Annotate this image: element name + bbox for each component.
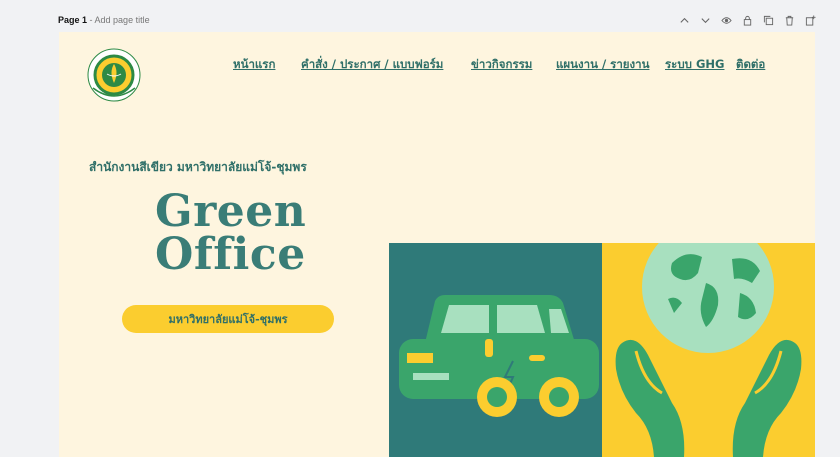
nav-ghg-system[interactable]: ระบบ GHG [665, 56, 724, 74]
university-pill-button[interactable]: มหาวิทยาลัยแม่โจ้-ชุมพร [122, 305, 334, 333]
duplicate-icon[interactable] [762, 14, 774, 26]
page-title-placeholder[interactable]: - Add page title [87, 15, 150, 25]
chevron-up-icon[interactable] [678, 14, 690, 26]
university-logo [87, 48, 141, 102]
add-page-icon[interactable] [804, 14, 816, 26]
trash-icon[interactable] [783, 14, 795, 26]
electric-car-illustration [399, 295, 599, 417]
chevron-down-icon[interactable] [699, 14, 711, 26]
earth-in-hands-illustration [615, 243, 802, 457]
page-number: Page 1 [58, 15, 88, 25]
earth-hands-panel [602, 243, 815, 457]
hero-subtitle: สำนักงานสีเขียว มหาวิทยาลัยแม่โจ้-ชุมพร [89, 160, 307, 174]
page-header-bar: Page 1 - Add page title [58, 8, 816, 32]
lock-icon[interactable] [741, 14, 753, 26]
nav-contact[interactable]: ติดต่อ [736, 56, 765, 74]
design-canvas[interactable]: หน้าแรก คำสั่ง / ประกาศ / แบบฟอร์ม ข่าวก… [59, 32, 815, 457]
page-tools [678, 14, 816, 26]
page-label[interactable]: Page 1 - Add page title [58, 15, 150, 25]
hero-title-line1: Green [155, 186, 307, 237]
nav-plans-reports[interactable]: แผนงาน / รายงาน [556, 56, 649, 74]
nav-activity-news[interactable]: ข่าวกิจกรรม [471, 56, 532, 74]
hero-title: Green Office [155, 186, 307, 280]
nav-orders-announcements-forms[interactable]: คำสั่ง / ประกาศ / แบบฟอร์ม [301, 56, 443, 74]
hero-title-line2: Office [155, 229, 306, 280]
eye-icon[interactable] [720, 14, 732, 26]
electric-car-panel [389, 243, 602, 457]
nav-home[interactable]: หน้าแรก [233, 56, 275, 74]
